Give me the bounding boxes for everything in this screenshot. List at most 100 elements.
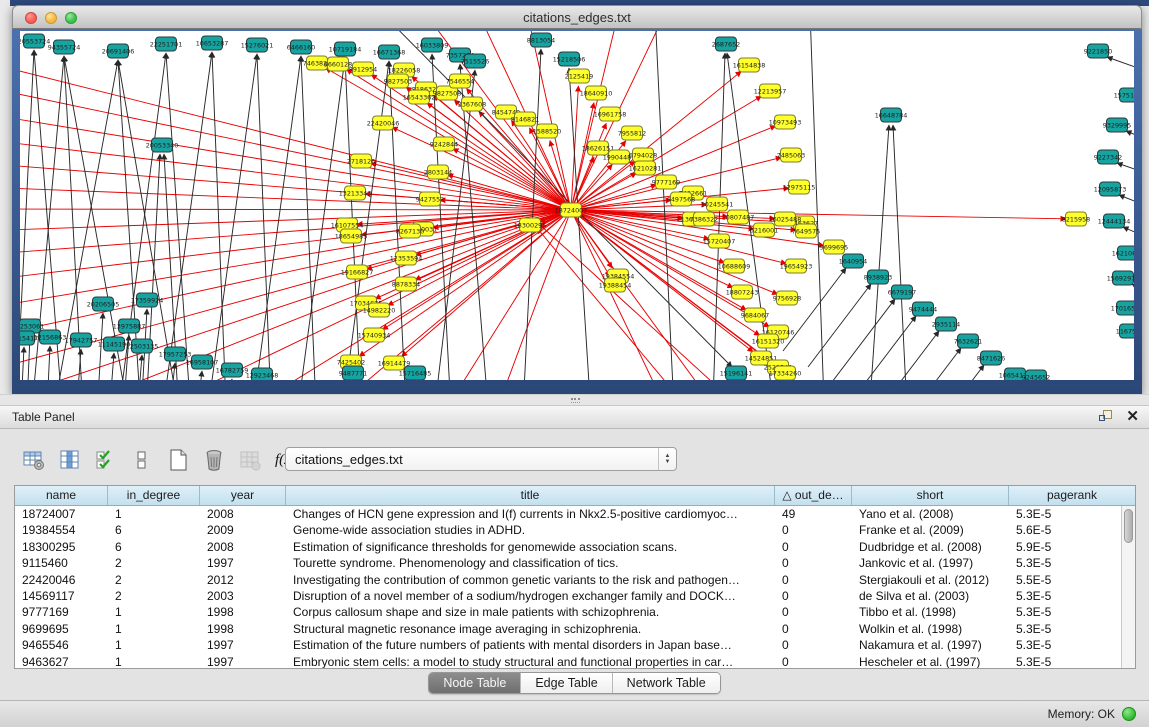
graph-node[interactable]: 7515526 — [461, 54, 489, 68]
graph-node[interactable]: 8938923 — [864, 270, 892, 284]
cell-title[interactable]: Changes of HCN gene expression and I(f) … — [286, 506, 775, 522]
window-titlebar[interactable]: citations_edges.txt — [12, 5, 1142, 29]
graph-node[interactable]: 2935114 — [932, 317, 960, 331]
graph-node[interactable]: 6794028 — [629, 148, 657, 162]
cell-pagerank[interactable]: 5.3E-5 — [1009, 621, 1121, 637]
graph-node[interactable]: 9329995 — [1103, 118, 1131, 132]
table-source-select[interactable]: citations_edges.txt ▲▼ — [285, 447, 677, 471]
graph-node[interactable]: 12975115 — [783, 180, 816, 194]
graph-node[interactable]: 9427552 — [416, 192, 444, 206]
cell-title[interactable]: Disruption of a novel member of a sodium… — [286, 588, 775, 604]
graph-node[interactable]: 9827503 — [384, 74, 412, 88]
graph-node[interactable]: 10245541 — [701, 197, 734, 211]
graph-node[interactable]: 18807243 — [726, 285, 759, 299]
table-mode-button[interactable] — [20, 447, 47, 474]
cell-out_de[interactable]: 0 — [775, 588, 852, 604]
cell-short[interactable]: Dudbridge et al. (2008) — [852, 539, 1009, 555]
cell-out_de[interactable]: 0 — [775, 604, 852, 620]
graph-node[interactable]: 12213957 — [754, 84, 787, 98]
graph-node[interactable]: 1167533 — [1116, 324, 1134, 338]
graph-node[interactable]: 15196141 — [720, 366, 753, 380]
column-header-in_degree[interactable]: in_degree — [108, 486, 200, 505]
cell-out_de[interactable]: 0 — [775, 621, 852, 637]
cell-year[interactable]: 1998 — [200, 621, 286, 637]
cell-out_de[interactable]: 0 — [775, 522, 852, 538]
graph-node[interactable]: 15740934 — [358, 328, 391, 342]
select-columns-button[interactable] — [92, 447, 119, 474]
cell-short[interactable]: Hescheler et al. (1997) — [852, 654, 1009, 668]
cell-name[interactable]: 22420046 — [15, 572, 108, 588]
cell-year[interactable]: 2012 — [200, 572, 286, 588]
graph-node[interactable]: 1588520 — [533, 124, 561, 138]
graph-node[interactable]: 20206505 — [87, 297, 120, 311]
cell-title[interactable]: Structural magnetic resonance image aver… — [286, 621, 775, 637]
graph-node[interactable]: 7386322 — [690, 212, 718, 226]
cell-pagerank[interactable]: 5.3E-5 — [1009, 604, 1121, 620]
cell-pagerank[interactable]: 5.9E-5 — [1009, 539, 1121, 555]
cell-in_degree[interactable]: 6 — [108, 522, 200, 538]
cell-pagerank[interactable]: 5.3E-5 — [1009, 555, 1121, 571]
cell-pagerank[interactable]: 5.3E-5 — [1009, 588, 1121, 604]
graph-node[interactable]: 12923468 — [246, 368, 279, 380]
network-canvas[interactable]: 1872400774638229660128891295418226058982… — [20, 31, 1134, 380]
splitter-handle-icon[interactable] — [571, 398, 580, 403]
graph-node[interactable]: 2125419 — [565, 69, 593, 83]
graph-node[interactable]: 9242844 — [430, 137, 458, 151]
cell-short[interactable]: Nakamura et al. (1997) — [852, 637, 1009, 653]
cell-out_de[interactable]: 49 — [775, 506, 852, 522]
vertical-scrollbar[interactable] — [1121, 506, 1135, 668]
graph-node[interactable]: 7955812 — [618, 126, 646, 140]
graph-node[interactable]: 13213343 — [339, 186, 372, 200]
graph-node[interactable]: 20691406 — [102, 44, 135, 58]
graph-node[interactable]: 20053340 — [146, 138, 179, 152]
cell-pagerank[interactable]: 5.3E-5 — [1009, 637, 1121, 653]
cell-title[interactable]: Estimation of significance thresholds fo… — [286, 539, 775, 555]
graph-node[interactable]: 10688609 — [718, 259, 751, 273]
cell-in_degree[interactable]: 2 — [108, 588, 200, 604]
graph-node[interactable]: 10653287 — [196, 36, 229, 50]
graph-node[interactable]: 12503135 — [126, 339, 159, 353]
cell-short[interactable]: Stergiakouli et al. (2012) — [852, 572, 1009, 588]
table-row[interactable]: 946362711997Embryonic stem cells: a mode… — [15, 654, 1121, 668]
cell-year[interactable]: 1997 — [200, 637, 286, 653]
graph-node[interactable]: 9777169 — [652, 175, 680, 189]
cell-year[interactable]: 1998 — [200, 604, 286, 620]
column-header-pagerank[interactable]: pagerank — [1009, 486, 1135, 505]
graph-node[interactable]: 10719184 — [329, 42, 362, 56]
graph-node[interactable]: 8471626 — [977, 351, 1005, 365]
graph-node[interactable]: 12353594 — [390, 251, 423, 265]
cell-pagerank[interactable]: 5.6E-5 — [1009, 522, 1121, 538]
cell-name[interactable]: 9115460 — [15, 555, 108, 571]
graph-node[interactable]: 9699695 — [820, 240, 848, 254]
close-window-button[interactable] — [25, 12, 37, 24]
graph-node[interactable]: 16671368 — [373, 45, 406, 59]
table-row[interactable]: 911546021997Tourette syndrome. Phenomeno… — [15, 555, 1121, 571]
graph-node[interactable]: 15276021 — [241, 38, 274, 52]
graph-node[interactable]: 9221850 — [1084, 44, 1112, 58]
graph-node[interactable]: 15692971 — [1107, 271, 1134, 285]
graph-node[interactable]: 19654923 — [780, 259, 813, 273]
tab-network-table[interactable]: Network Table — [613, 673, 720, 693]
cell-name[interactable]: 18724007 — [15, 506, 108, 522]
graph-node[interactable]: 9146821 — [511, 112, 539, 126]
column-header-year[interactable]: year — [200, 486, 286, 505]
table-row[interactable]: 1456911722003Disruption of a novel membe… — [15, 588, 1121, 604]
graph-node[interactable]: 16033809 — [416, 38, 449, 52]
cell-out_de[interactable]: 0 — [775, 555, 852, 571]
cell-in_degree[interactable]: 1 — [108, 637, 200, 653]
cell-out_de[interactable]: 0 — [775, 539, 852, 555]
graph-node[interactable]: 8912954 — [349, 62, 377, 76]
cell-in_degree[interactable]: 2 — [108, 572, 200, 588]
cell-in_degree[interactable]: 1 — [108, 621, 200, 637]
graph-node[interactable]: 6679197 — [888, 285, 916, 299]
cell-title[interactable]: Genome-wide association studies in ADHD. — [286, 522, 775, 538]
create-column-button[interactable] — [164, 447, 191, 474]
cell-in_degree[interactable]: 1 — [108, 604, 200, 620]
cell-name[interactable]: 9463627 — [15, 654, 108, 668]
cell-name[interactable]: 9699695 — [15, 621, 108, 637]
cell-name[interactable]: 19384554 — [15, 522, 108, 538]
cell-pagerank[interactable]: 5.3E-5 — [1009, 654, 1121, 668]
table-row[interactable]: 946554611997Estimation of the future num… — [15, 637, 1121, 653]
cell-name[interactable]: 18300295 — [15, 539, 108, 555]
graph-node[interactable]: 2687652 — [712, 37, 740, 51]
